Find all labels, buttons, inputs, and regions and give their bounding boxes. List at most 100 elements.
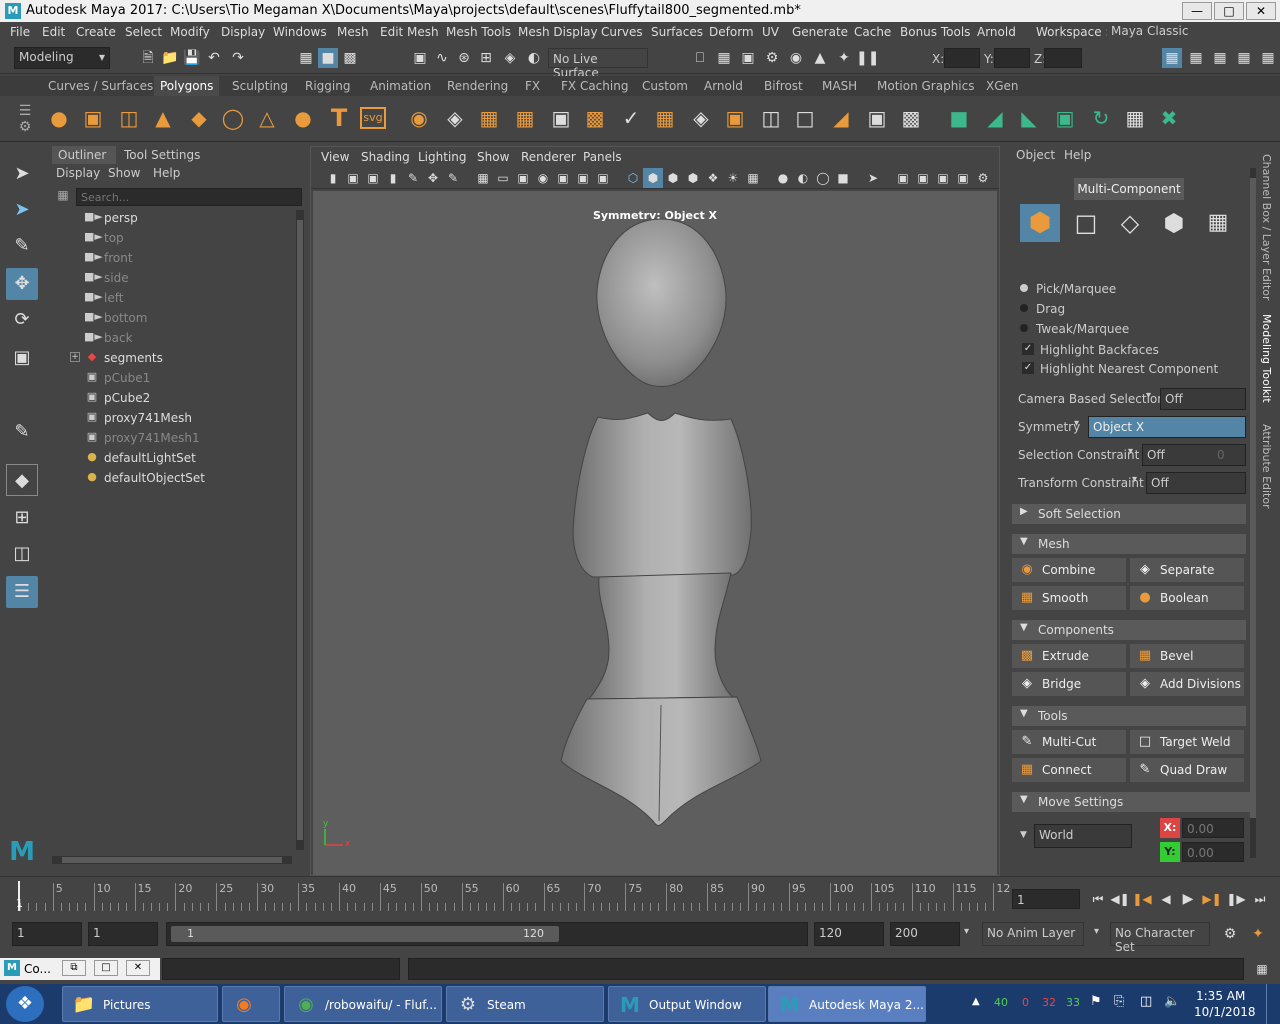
- shelf-tab-fx[interactable]: FX: [525, 79, 540, 93]
- xray-joints-icon[interactable]: ▣: [893, 168, 913, 188]
- viewport-settings-icon[interactable]: ⚙: [973, 168, 993, 188]
- outliner-search-input[interactable]: [76, 188, 302, 206]
- safe-action-icon[interactable]: ▣: [573, 168, 593, 188]
- menu-bonus-tools[interactable]: Bonus Tools: [900, 25, 970, 39]
- uv-spherical-icon[interactable]: ◣: [1014, 103, 1044, 133]
- tab-tool-settings[interactable]: Tool Settings: [124, 148, 200, 162]
- combine-button[interactable]: ◉ Combine: [1012, 558, 1126, 582]
- menu-display[interactable]: Display: [221, 25, 265, 39]
- tab-attribute-editor[interactable]: Attribute Editor: [1260, 424, 1273, 509]
- paint-select-tool-icon[interactable]: ✎: [6, 230, 38, 262]
- separate-shelf-icon[interactable]: ◈: [440, 103, 470, 133]
- viewport-menu-renderer[interactable]: Renderer: [521, 150, 576, 164]
- target-weld-button[interactable]: □ Target Weld: [1130, 730, 1244, 754]
- outliner-row[interactable]: ■► side: [48, 268, 298, 288]
- shelf-tab-polygons[interactable]: Polygons: [154, 76, 220, 96]
- outliner-row[interactable]: ■► back: [48, 328, 298, 348]
- snap-point-icon[interactable]: ⊛: [454, 48, 474, 68]
- mode-dropdown[interactable]: Modeling ▾: [14, 47, 110, 69]
- menu-uv[interactable]: UV: [762, 25, 779, 39]
- viewport-menu-view[interactable]: View: [321, 150, 349, 164]
- outliner-row[interactable]: + ◆ segments: [48, 348, 298, 368]
- filter-icon[interactable]: ▦: [54, 188, 72, 206]
- taskbar-item[interactable]: M Output Window: [608, 986, 766, 1022]
- image-plane-icon[interactable]: ✎: [403, 168, 423, 188]
- checkbox-highlight-nearest[interactable]: ✓: [1022, 362, 1034, 374]
- tools-section[interactable]: ▼ Tools: [1012, 706, 1246, 726]
- viewport-menu-lighting[interactable]: Lighting: [418, 150, 467, 164]
- menu-modify[interactable]: Modify: [170, 25, 210, 39]
- menu-generate[interactable]: Generate: [792, 25, 848, 39]
- render-frame-icon[interactable]: ▦: [714, 48, 734, 68]
- outliner-row[interactable]: ■► top: [48, 228, 298, 248]
- outliner-row[interactable]: ▣ pCube2: [48, 388, 298, 408]
- flag-icon[interactable]: ⚑: [1090, 994, 1102, 1009]
- viewport-menu-panels[interactable]: Panels: [583, 150, 622, 164]
- shelf-tab-bifrost[interactable]: Bifrost: [764, 79, 803, 93]
- smooth-shade-icon[interactable]: ⬢: [643, 168, 663, 188]
- snap-surface-icon[interactable]: ◈: [500, 48, 520, 68]
- shelf-settings-icon[interactable]: ⚙: [10, 112, 40, 142]
- extract-shelf-icon[interactable]: ▦: [474, 103, 504, 133]
- uv-planar-icon[interactable]: ■: [944, 103, 974, 133]
- menu-arnold[interactable]: Arnold: [977, 25, 1016, 39]
- outliner-layout-icon[interactable]: ☰: [6, 576, 38, 608]
- chevron-down-icon[interactable]: ▾: [1146, 390, 1151, 401]
- shadows-icon[interactable]: ☀: [723, 168, 743, 188]
- outliner-row[interactable]: ● defaultLightSet: [48, 448, 298, 468]
- merge-shelf-icon[interactable]: ▩: [896, 103, 926, 133]
- poly-prism-icon[interactable]: △: [252, 103, 282, 133]
- anti-aliasing-icon[interactable]: ◯: [813, 168, 833, 188]
- menu-mesh[interactable]: Mesh: [337, 25, 369, 39]
- poly-cylinder-icon[interactable]: ◫: [114, 103, 144, 133]
- playback-prefs-icon[interactable]: ✦: [1248, 924, 1268, 944]
- live-surface-field[interactable]: No Live Surface: [548, 48, 648, 80]
- outliner-row[interactable]: ● defaultObjectSet: [48, 468, 298, 488]
- open-scene-icon[interactable]: 📁: [160, 48, 180, 68]
- object-mode-icon[interactable]: ⬢: [1020, 204, 1060, 242]
- minimize-icon[interactable]: —: [1182, 2, 1212, 20]
- textured-icon[interactable]: ⬢: [683, 168, 703, 188]
- radio-pick-marquee[interactable]: [1020, 284, 1028, 292]
- select-tool-icon[interactable]: ➤: [6, 158, 38, 190]
- extrude-shelf-icon[interactable]: ▩: [580, 103, 610, 133]
- taskbar-item[interactable]: ◉ /robowaifu/ - Fluf...: [284, 986, 442, 1022]
- boolean-button[interactable]: ● Boolean: [1130, 586, 1244, 610]
- poly-cone-icon[interactable]: ▲: [148, 103, 178, 133]
- components-section[interactable]: ▼ Components: [1012, 620, 1246, 640]
- viewport-3d[interactable]: Symmetry: Object X y x: [313, 191, 997, 875]
- y-coord-field[interactable]: [994, 48, 1030, 68]
- outliner-row[interactable]: ■► front: [48, 248, 298, 268]
- save-scene-icon[interactable]: 💾: [182, 48, 202, 68]
- ipr-render-icon[interactable]: ▣: [738, 48, 758, 68]
- menu-select[interactable]: Select: [125, 25, 162, 39]
- menu-surfaces[interactable]: Surfaces: [651, 25, 703, 39]
- play-backward-icon[interactable]: ◀: [1156, 889, 1176, 909]
- bevel-shelf-icon[interactable]: ▦: [650, 103, 680, 133]
- select-hierarchy-icon[interactable]: ▦: [296, 48, 316, 68]
- shelf-tab-custom[interactable]: Custom: [642, 79, 688, 93]
- shelf-tab-xgen[interactable]: XGen: [986, 79, 1019, 93]
- maximize-icon[interactable]: □: [94, 960, 118, 976]
- step-forward-frame-icon[interactable]: ▶❚: [1202, 889, 1222, 909]
- backface-culling-icon[interactable]: ▣: [933, 168, 953, 188]
- close-icon[interactable]: ✕: [126, 960, 150, 976]
- film-gate-icon[interactable]: ▭: [493, 168, 513, 188]
- taskbar-item[interactable]: 📁 Pictures: [62, 986, 218, 1022]
- z-coord-field[interactable]: [1044, 48, 1082, 68]
- wireframe-on-shaded-icon[interactable]: ⬢: [663, 168, 683, 188]
- smooth-button[interactable]: ▦ Smooth: [1012, 586, 1126, 610]
- workspace-dropdown[interactable]: Maya Classic: [1107, 23, 1277, 41]
- outliner-row[interactable]: ▣ proxy741Mesh: [48, 408, 298, 428]
- separate-button[interactable]: ◈ Separate: [1130, 558, 1244, 582]
- viewport-menu-shading[interactable]: Shading: [361, 150, 410, 164]
- render-view-icon[interactable]: ⎕: [690, 48, 710, 68]
- range-slider-thumb[interactable]: 1 120: [171, 926, 559, 942]
- fill-hole-shelf-icon[interactable]: ▣: [720, 103, 750, 133]
- viewport-expand-icon[interactable]: ▣: [953, 168, 973, 188]
- move-tool-icon[interactable]: ✥: [6, 268, 38, 300]
- toolkit-menu-help[interactable]: Help: [1064, 148, 1091, 162]
- playback-start-field[interactable]: 1: [88, 922, 158, 946]
- snap-live-icon[interactable]: ◐: [524, 48, 544, 68]
- start-time-field[interactable]: 1: [12, 922, 82, 946]
